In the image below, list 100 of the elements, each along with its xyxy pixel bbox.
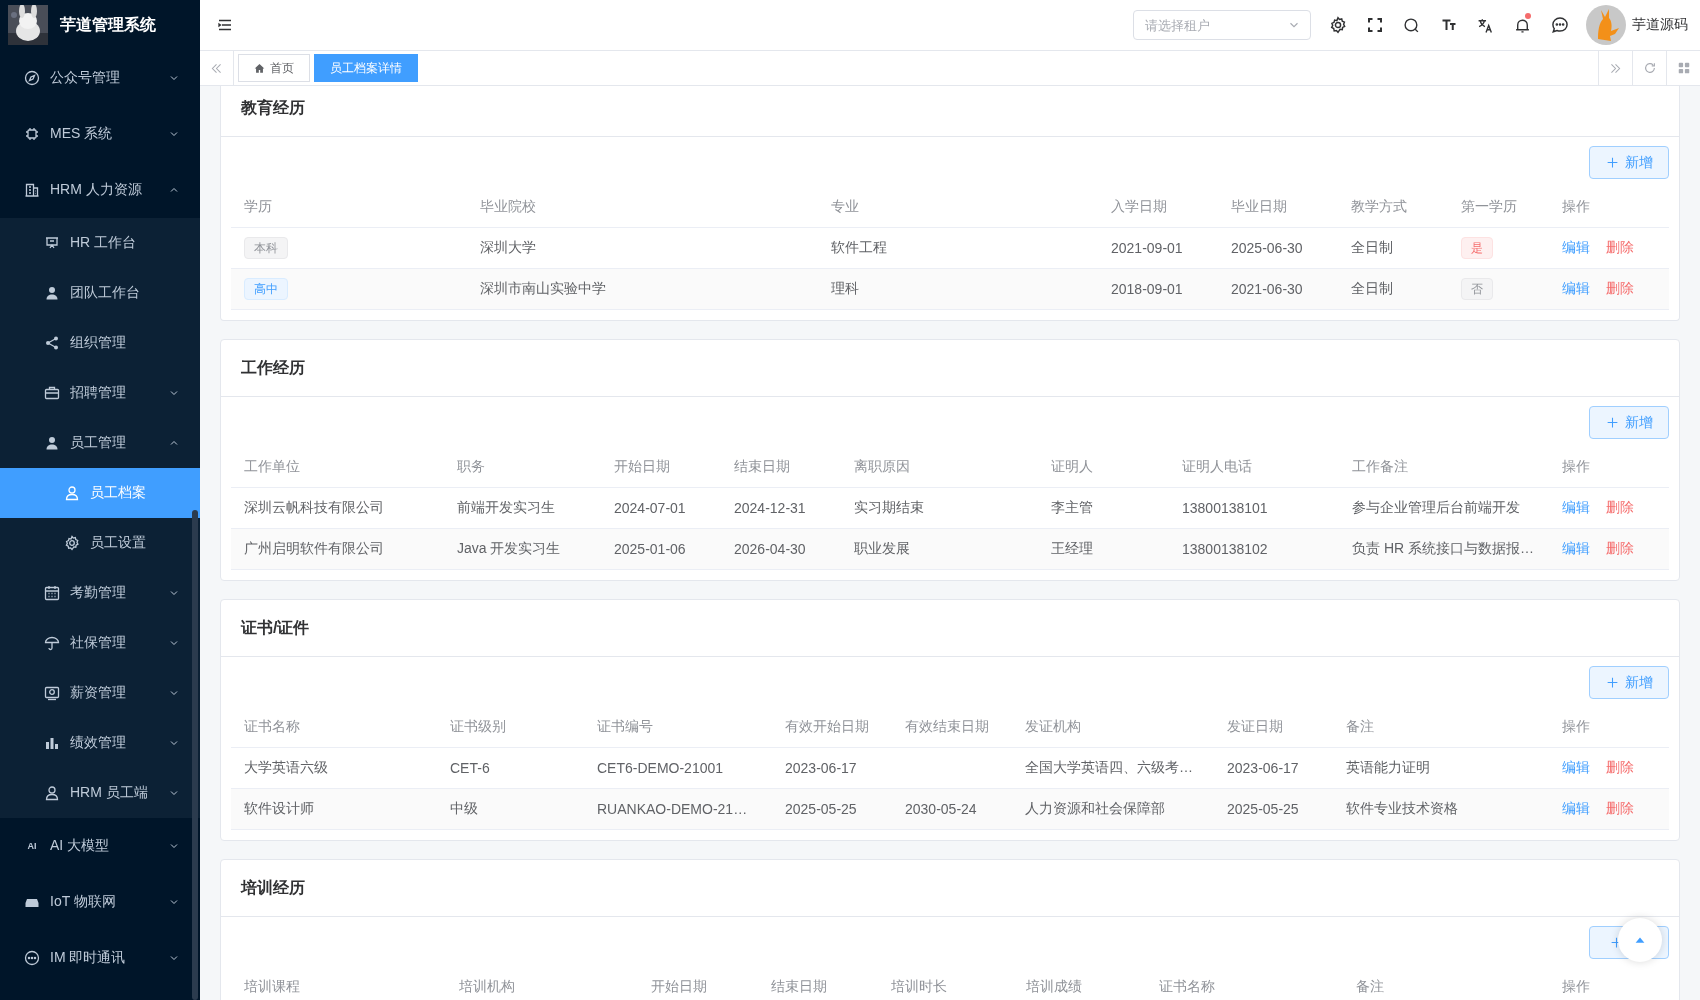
menu-item[interactable]: MES 系统: [0, 106, 200, 162]
table-cell-text: 2025-01-06: [613, 541, 687, 557]
translate-icon: [1477, 16, 1494, 34]
search-icon: [1403, 16, 1420, 34]
table-cell-text: 2024-12-31: [733, 500, 807, 516]
compass-icon: [24, 70, 40, 86]
column-header: 第一学历: [1461, 198, 1517, 214]
column-header: 备注: [1356, 978, 1384, 994]
tab[interactable]: 首页: [238, 54, 310, 82]
column-header: 证书名称: [1159, 978, 1215, 994]
column-header: 结束日期: [734, 458, 790, 474]
table-cell-text: 全日制: [1350, 239, 1394, 257]
section-title: 证书/证件: [241, 617, 310, 638]
column-header: 操作: [1562, 458, 1590, 474]
table-cell-text: 2026-04-30: [733, 541, 807, 557]
menu-item[interactable]: HRM 员工端: [0, 768, 200, 818]
table-cell-text: 软件工程: [830, 239, 888, 257]
column-header: 证明人电话: [1182, 458, 1252, 474]
menu-item[interactable]: HR 工作台: [0, 218, 200, 268]
column-header: 工作单位: [244, 458, 300, 474]
table-cell-text: Java 开发实习生: [456, 540, 562, 558]
table-cell-text: 2025-06-30: [1230, 240, 1304, 256]
table-cell-text: 理科: [830, 280, 860, 298]
column-header: 入学日期: [1111, 198, 1167, 214]
person-icon: [44, 435, 60, 451]
plus-icon: [1605, 156, 1619, 169]
column-header: 结束日期: [771, 978, 827, 994]
table-cell-text: 2025-05-25: [1226, 801, 1300, 817]
status-tag: 本科: [244, 237, 288, 259]
chip-icon: [24, 126, 40, 142]
scrollbar[interactable]: [192, 510, 198, 1000]
menu-item[interactable]: 员工管理: [0, 418, 200, 468]
table-cell-text: 中级: [449, 800, 479, 818]
menu-item[interactable]: AI AI 大模型: [0, 818, 200, 874]
table-cell-text: RUANKAO-DEMO-21…: [596, 801, 749, 817]
table-cell-text: CET-6: [449, 760, 491, 776]
column-header: 有效结束日期: [905, 718, 989, 734]
column-header: 培训机构: [459, 978, 515, 994]
column-header: 职务: [457, 458, 485, 474]
table-cell-text: 2023-06-17: [784, 760, 858, 776]
status-tag: 是: [1461, 237, 1493, 259]
column-header: 备注: [1346, 718, 1374, 734]
menu-item[interactable]: 员工设置: [0, 518, 200, 568]
menu-item[interactable]: 招聘管理: [0, 368, 200, 418]
menu-item[interactable]: 考勤管理: [0, 568, 200, 618]
column-header: 毕业院校: [480, 198, 536, 214]
double-chevron-left-icon: [210, 61, 223, 75]
column-header: 证书级别: [450, 718, 506, 734]
table-cell-text: 深圳大学: [479, 239, 537, 257]
column-header: 发证机构: [1025, 718, 1081, 734]
gear-icon: [64, 535, 80, 551]
chat-icon: [24, 950, 40, 966]
table-cell-text: 职业发展: [853, 540, 911, 558]
menu-item[interactable]: 薪资管理: [0, 668, 200, 718]
column-header: 开始日期: [651, 978, 707, 994]
table-cell-text: 2021-09-01: [1110, 240, 1184, 256]
table-cell-text: CET6-DEMO-21001: [596, 760, 725, 776]
status-tag: 高中: [244, 278, 288, 300]
menu-item[interactable]: 社保管理: [0, 618, 200, 668]
column-header: 开始日期: [614, 458, 670, 474]
table-cell-text: 深圳市南山实验中学: [479, 280, 607, 298]
refresh-icon: [1642, 61, 1657, 75]
person-icon: [44, 285, 60, 301]
column-header: 操作: [1562, 718, 1590, 734]
status-tag: 否: [1461, 278, 1493, 300]
column-header: 教学方式: [1351, 198, 1407, 214]
ai-icon: AI: [24, 841, 40, 851]
section-title: 工作经历: [241, 357, 305, 378]
tenant-select[interactable]: 请选择租户: [1133, 10, 1311, 40]
table-cell-text: 大学英语六级: [243, 759, 329, 777]
menu-item[interactable]: 组织管理: [0, 318, 200, 368]
table-cell-text: 2025-05-25: [784, 801, 858, 817]
table-cell-text: 前端开发实习生: [456, 499, 556, 517]
column-header: 有效开始日期: [785, 718, 869, 734]
column-header: 工作备注: [1352, 458, 1408, 474]
table-cell-text: 全日制: [1350, 280, 1394, 298]
menu-item[interactable]: 团队工作台: [0, 268, 200, 318]
column-header: 证书编号: [597, 718, 653, 734]
column-header: 培训课程: [244, 978, 300, 994]
column-header: 操作: [1562, 978, 1590, 994]
user-menu[interactable]: 芋道源码: [1586, 5, 1688, 45]
menu-item[interactable]: 公众号管理: [0, 50, 200, 106]
table-cell-text: 实习期结束: [853, 499, 925, 517]
menu-item[interactable]: IoT 物联网: [0, 874, 200, 930]
app-title: 芋道管理系统: [60, 14, 156, 35]
table-cell-text: 2024-07-01: [613, 500, 687, 516]
table-cell-text: 王经理: [1050, 540, 1094, 558]
chat-icon: [1550, 16, 1569, 34]
menu-item[interactable]: HRM 人力资源: [0, 162, 200, 218]
avatar-icon: [1586, 5, 1626, 45]
table-cell-text: 负责 HR 系统接口与数据报…: [1351, 540, 1535, 558]
double-chevron-right-icon: [1609, 61, 1622, 75]
umbrella-icon: [44, 635, 60, 651]
table-cell-text: 人力资源和社会保障部: [1024, 800, 1166, 818]
menu-item[interactable]: IM 即时通讯: [0, 930, 200, 986]
section-title: 教育经历: [241, 97, 305, 118]
menu-item[interactable]: 绩效管理: [0, 718, 200, 768]
fullscreen-icon: [1366, 17, 1383, 33]
photo-icon: [44, 685, 60, 701]
table-cell-text: 广州启明软件有限公司: [243, 540, 385, 558]
